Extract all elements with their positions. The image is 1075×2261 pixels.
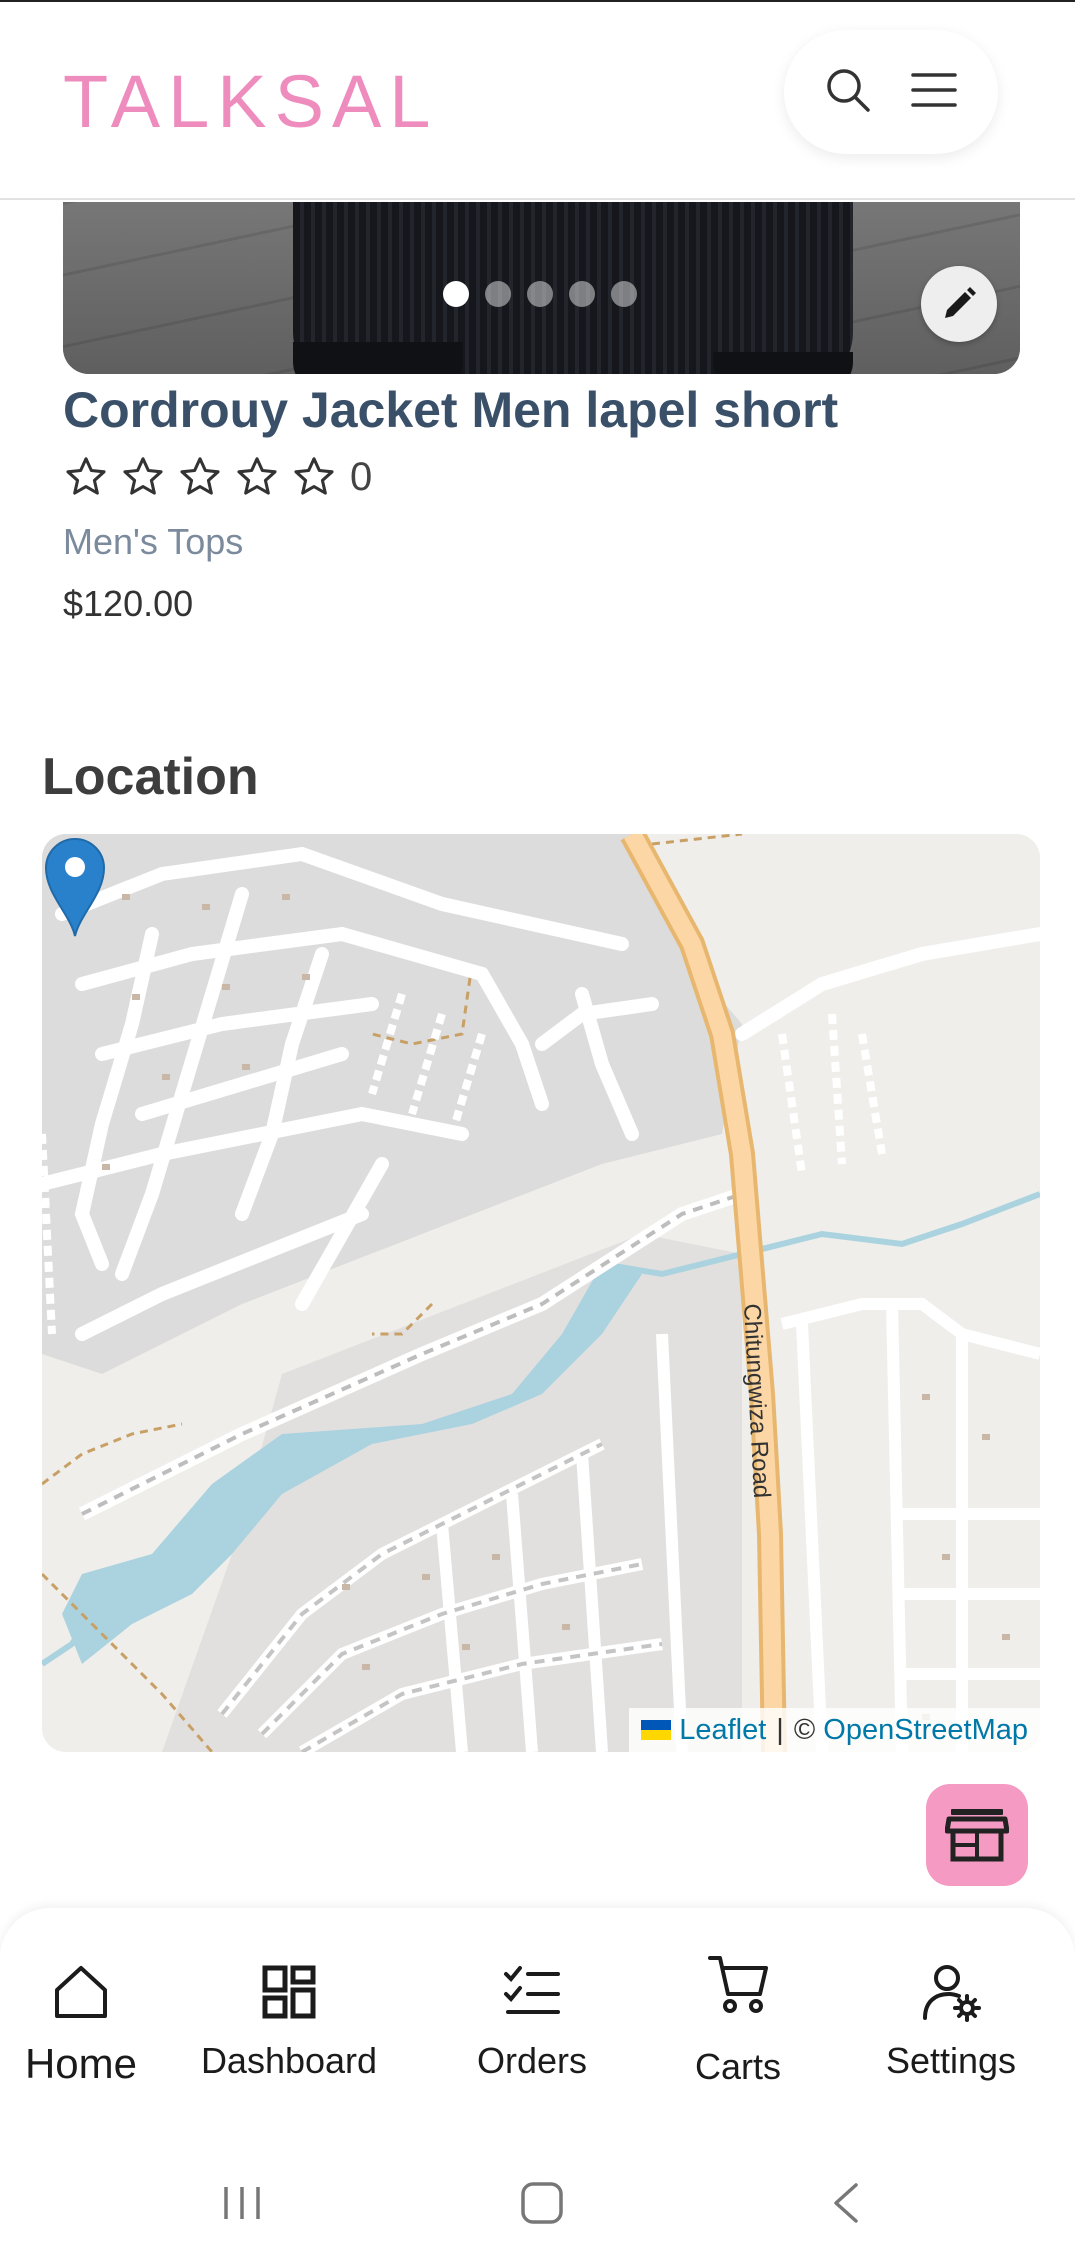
product-title: Cordrouy Jacket Men lapel short [63,382,839,438]
attribution-separator: | [776,1713,784,1746]
copyright-symbol: © [793,1713,816,1746]
product-image-carousel[interactable] [63,202,1020,374]
home-icon [55,1966,107,2018]
nav-item-settings[interactable]: Settings [878,1908,1024,2108]
recent-apps-icon [224,2187,260,2219]
menu-button[interactable] [904,60,964,120]
bottom-navigation: Home Dashboard Orders Carts Settings [0,1908,1075,2134]
star-outline-icon[interactable] [291,454,337,500]
rating-count: 0 [350,454,373,499]
back-chevron-icon [834,2183,858,2223]
location-heading: Location [42,748,259,806]
carousel-dot[interactable] [443,281,469,307]
location-map[interactable]: Chitungwiza Road Leaflet | © OpenStreetM… [42,834,1040,1752]
nav-item-orders[interactable]: Orders [472,1908,592,2108]
search-button[interactable] [818,60,878,120]
nav-item-dashboard[interactable]: Dashboard [196,1908,382,2108]
map-attribution: Leaflet | © OpenStreetMap [629,1708,1040,1752]
nav-label-home: Home [24,2040,138,2087]
dashboard-icon [262,1965,316,2019]
carousel-dot[interactable] [569,281,595,307]
star-outline-icon[interactable] [63,454,109,500]
ukraine-flag-icon [641,1720,672,1740]
store-button[interactable] [926,1784,1028,1886]
nav-item-home[interactable]: Home [20,1908,142,2108]
back-button[interactable] [816,2178,876,2228]
app-logo[interactable]: TALKSAL [63,62,438,142]
map-tiles[interactable]: Chitungwiza Road [42,834,1040,1752]
user-settings-icon [923,1965,981,2022]
home-system-button[interactable] [512,2178,572,2228]
product-rating[interactable]: 0 [63,452,372,502]
edit-product-button[interactable] [921,266,997,342]
carousel-indicators [443,281,637,307]
nav-label-dashboard: Dashboard [200,2040,378,2081]
osm-link[interactable]: OpenStreetMap [823,1714,1028,1747]
nav-label-settings: Settings [885,2040,1017,2081]
home-square-icon [521,2182,563,2224]
nav-label-orders: Orders [476,2040,588,2081]
nav-item-carts[interactable]: Carts [688,1908,788,2108]
carousel-dot[interactable] [485,281,511,307]
product-price: $120.00 [63,583,194,624]
leaflet-link[interactable]: Leaflet [679,1714,766,1747]
nav-label-carts: Carts [694,2046,781,2087]
location-pin-icon[interactable] [42,834,108,938]
hamburger-menu-icon [911,73,957,107]
carousel-dot[interactable] [527,281,553,307]
pencil-icon [945,287,976,318]
recent-apps-button[interactable] [212,2178,272,2228]
header-actions [784,30,998,154]
cart-icon [708,1956,768,2013]
app-header: TALKSAL [0,2,1075,200]
product-category[interactable]: Men's Tops [63,520,243,564]
star-outline-icon[interactable] [177,454,223,500]
store-icon [945,1809,1009,1862]
star-outline-icon[interactable] [234,454,280,500]
search-icon [827,69,870,112]
star-outline-icon[interactable] [120,454,166,500]
system-navigation-bar [0,2134,1075,2261]
carousel-dot[interactable] [611,281,637,307]
orders-checklist-icon [504,1966,560,2014]
